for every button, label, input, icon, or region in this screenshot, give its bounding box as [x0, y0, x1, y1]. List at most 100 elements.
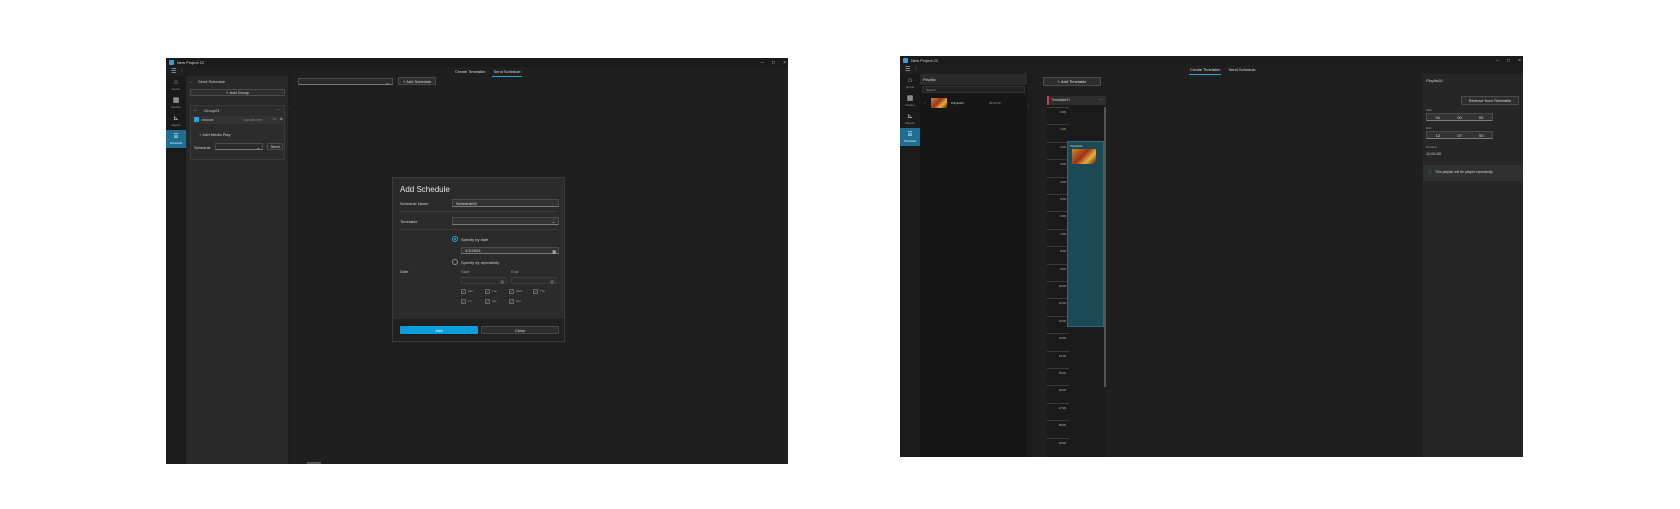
day-checkbox-thu[interactable]: ✓: [533, 289, 538, 294]
chevron-right-icon[interactable]: ›: [924, 100, 925, 105]
schedule-name-label: Schedule Name: [400, 201, 429, 206]
rail-item-device[interactable]: ▦ Device: [166, 94, 186, 112]
schedule-select[interactable]: ⌄: [215, 143, 263, 150]
info-text: This playlist will be played repeatedly.: [1435, 170, 1494, 174]
collapse-icon[interactable]: ^: [194, 108, 196, 113]
rail-label: Home: [171, 87, 180, 91]
timetable-color-marker: [1047, 96, 1049, 105]
day-label: Sat: [492, 299, 497, 303]
nav-rail: ⌂ Home ▦ Device ⊾ Report ⌸ Schedule: [900, 74, 920, 457]
day-checkbox-sat[interactable]: ✓: [485, 299, 490, 304]
specify-by-repeat-radio[interactable]: [452, 259, 458, 265]
calendar-icon[interactable]: ▦: [552, 249, 556, 254]
device-row[interactable]: DS9X0X 192.168.0.55 ▭ ⚙: [192, 116, 283, 124]
maximize-icon[interactable]: □: [772, 60, 775, 66]
start-time-input[interactable]: 01 00 00: [1426, 113, 1493, 121]
rail-item-report[interactable]: ⊾ Report: [900, 110, 920, 128]
rail-label: Device: [171, 105, 181, 109]
day-checkbox-tue[interactable]: ✓: [485, 289, 490, 294]
date-input[interactable]: 1/1/2024 ▦: [461, 247, 559, 254]
end-date-input[interactable]: ▦: [511, 277, 557, 284]
start-second[interactable]: 00: [1479, 115, 1483, 120]
close-icon[interactable]: ×: [783, 60, 786, 66]
start-date-input[interactable]: ▦: [461, 277, 507, 284]
day-checkbox-sun[interactable]: ✓: [509, 299, 514, 304]
group-name: Group01: [204, 108, 220, 113]
rail-item-report[interactable]: ⊾ Report: [166, 112, 186, 130]
rail-label: Schedule: [169, 141, 183, 145]
add-group-button[interactable]: + Add Group: [190, 89, 285, 96]
rail-item-home[interactable]: ⌂ Home: [900, 74, 920, 92]
tab-create-timetable[interactable]: Create Timetable: [454, 68, 486, 77]
add-media-play-link[interactable]: + Add Media Play: [199, 132, 230, 137]
rail-item-schedule[interactable]: ⌸ Schedule: [166, 130, 186, 148]
add-timetable-button[interactable]: + Add Timetable: [1043, 77, 1101, 86]
hour-label: 11:00: [1058, 301, 1066, 306]
remove-from-timetable-button[interactable]: Remove from Timetable: [1461, 96, 1519, 105]
vertical-scrollbar[interactable]: [1104, 107, 1106, 387]
tab-send-schedule[interactable]: Send Schedule: [1227, 66, 1256, 75]
hour-row: 18:00: [1047, 420, 1069, 437]
window-title: New Project 22: [177, 60, 205, 65]
playlist-item[interactable]: › Playlist01 00:00:20: [922, 97, 1025, 109]
hour-row: 8:00: [1047, 246, 1069, 263]
back-arrow-icon[interactable]: ‹: [915, 66, 917, 72]
minimize-icon[interactable]: –: [761, 60, 764, 66]
hamburger-icon[interactable]: ☰: [171, 68, 176, 75]
timetable-select[interactable]: ⌄: [452, 217, 559, 225]
specify-by-date-radio[interactable]: [452, 236, 458, 242]
close-button[interactable]: Close: [481, 326, 559, 334]
rail-label: Report: [905, 121, 915, 125]
duration-value: 11:00:00: [1426, 151, 1442, 156]
end-hour[interactable]: 12: [1436, 133, 1440, 138]
hour-row: 5:00: [1047, 194, 1069, 211]
day-checkbox-wed[interactable]: ✓: [509, 289, 514, 294]
back-icon[interactable]: ←: [189, 79, 193, 84]
add-schedule-button[interactable]: + Add Schedule: [398, 77, 436, 85]
rail-item-schedule[interactable]: ⌸ Schedule: [900, 128, 920, 146]
monitor-icon[interactable]: ▭: [273, 117, 276, 121]
minimize-icon[interactable]: –: [1496, 58, 1499, 64]
splitter[interactable]: [288, 76, 291, 464]
tab-send-schedule[interactable]: Send Schedule: [492, 68, 522, 77]
horizontal-scrollbar[interactable]: [307, 462, 321, 464]
collapse-panel-icon[interactable]: ‹: [1028, 102, 1029, 107]
calendar-icon[interactable]: ▦: [550, 279, 554, 284]
rail-item-device[interactable]: ▦ Device: [900, 92, 920, 110]
hour-row: 11:00: [1047, 298, 1069, 315]
timetable-header[interactable]: Timetable01 ⋯: [1047, 96, 1106, 105]
day-checkbox-mon[interactable]: ✓: [461, 289, 466, 294]
start-hour[interactable]: 01: [1436, 115, 1440, 120]
collapse-panel-icon[interactable]: ‹: [289, 106, 290, 111]
schedule-icon: ⌸: [907, 131, 913, 138]
send-button[interactable]: Send: [267, 143, 283, 150]
end-time-input[interactable]: 12 07 00: [1426, 131, 1493, 139]
schedule-block[interactable]: Playlist01: [1067, 141, 1104, 327]
end-second[interactable]: 00: [1479, 133, 1483, 138]
hamburger-icon[interactable]: ☰: [905, 66, 910, 73]
hour-label: 15:00: [1058, 371, 1066, 375]
close-icon[interactable]: ×: [1518, 58, 1521, 64]
add-button[interactable]: Add: [400, 326, 478, 334]
settings-icon[interactable]: ⚙: [280, 117, 283, 121]
day-label: Thu: [540, 289, 546, 293]
device-checkbox[interactable]: [194, 117, 199, 122]
chevron-down-icon: ⌄: [385, 80, 389, 85]
hour-label: 17:00: [1058, 405, 1066, 410]
tab-create-timetable[interactable]: Create Timetable: [1189, 66, 1222, 75]
date-value: 1/1/2024: [465, 248, 481, 253]
more-icon[interactable]: ⋯: [276, 107, 280, 112]
start-label: Start: [461, 269, 470, 274]
calendar-icon[interactable]: ▦: [500, 279, 504, 284]
day-checkbox-fri[interactable]: ✓: [461, 299, 466, 304]
playlist-search-input[interactable]: Search: [922, 86, 1025, 93]
back-arrow-icon[interactable]: ‹: [181, 68, 183, 74]
rail-item-home[interactable]: ⌂ Home: [166, 76, 186, 94]
timetable-filter-select[interactable]: ⌄: [298, 78, 393, 85]
maximize-icon[interactable]: □: [1507, 58, 1510, 64]
schedule-name-input[interactable]: Schedule01: [452, 199, 559, 207]
splitter[interactable]: [1027, 74, 1032, 457]
start-minute[interactable]: 00: [1457, 115, 1461, 120]
more-icon[interactable]: ⋯: [1099, 97, 1103, 102]
end-minute[interactable]: 07: [1457, 133, 1461, 138]
